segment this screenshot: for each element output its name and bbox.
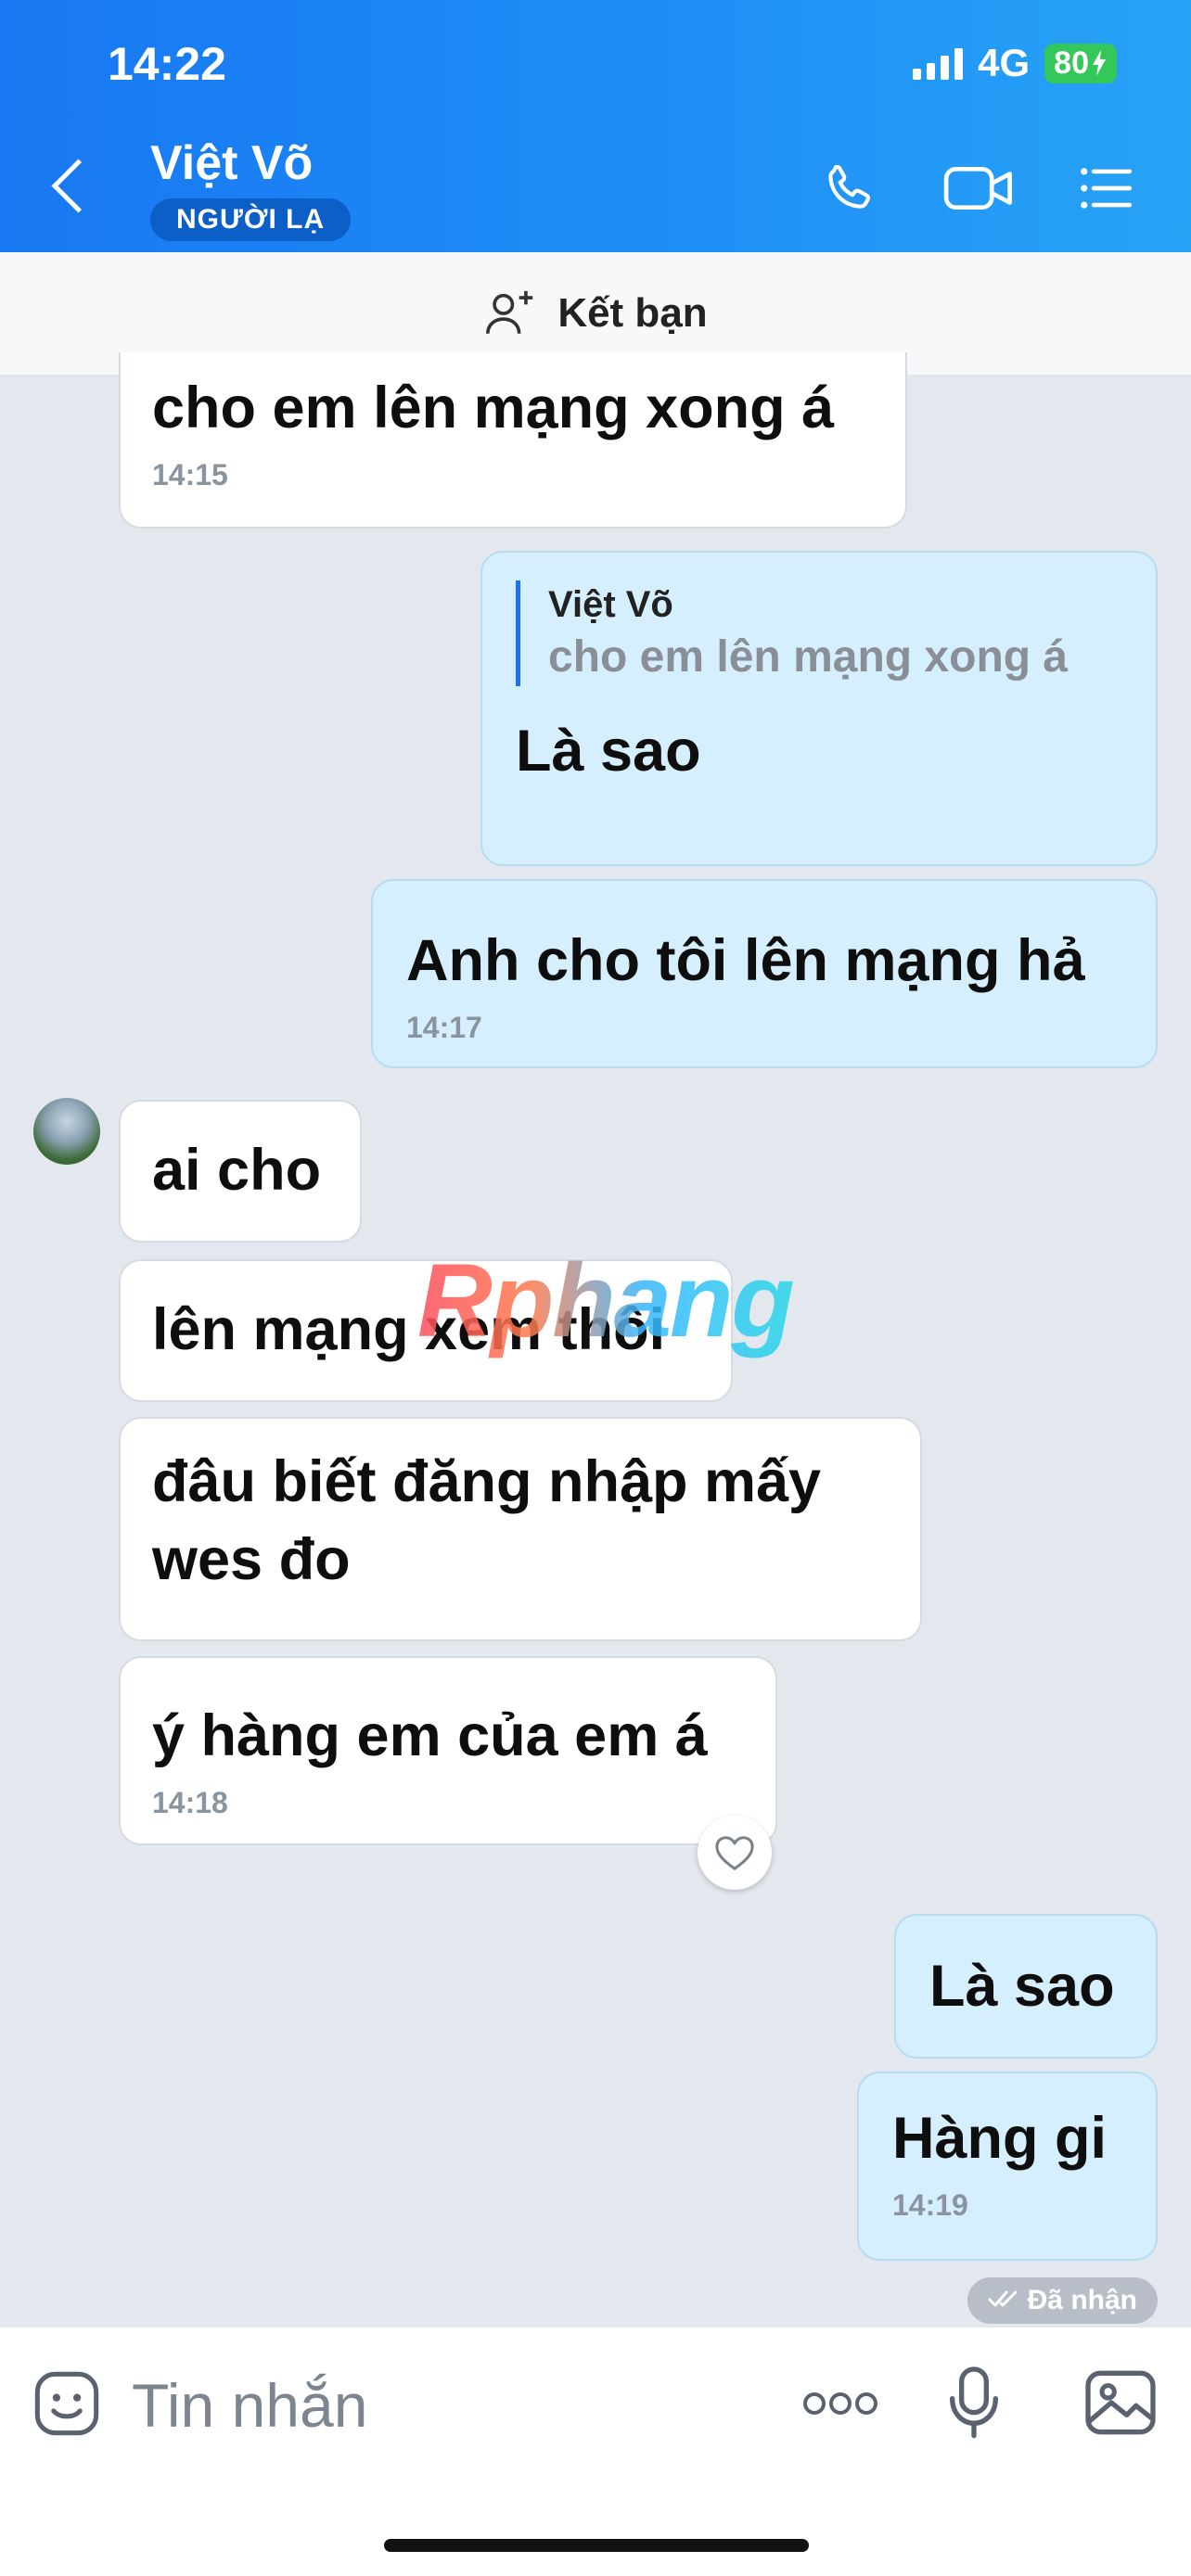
sticker-emoji-icon[interactable]	[32, 2368, 102, 2439]
add-friend-label: Kết bạn	[557, 290, 708, 336]
quoted-text: cho em lên mạng xong á	[548, 632, 1069, 682]
contact-name[interactable]: Việt Võ	[150, 135, 313, 191]
message-bubble-outgoing[interactable]: Là sao	[894, 1914, 1158, 2059]
add-friend-icon	[486, 290, 533, 334]
video-call-icon[interactable]	[942, 159, 1015, 217]
message-time: 14:15	[152, 458, 228, 491]
network-type: 4G	[978, 41, 1031, 84]
message-bubble-incoming[interactable]: đâu biết đăng nhập mấy wes đo	[119, 1417, 922, 1641]
message-time: 14:19	[892, 2188, 968, 2222]
menu-list-icon[interactable]	[1076, 159, 1135, 217]
heart-icon	[715, 1836, 754, 1871]
message-text: ai cho	[152, 1138, 322, 1203]
quoted-sender: Việt Võ	[548, 584, 673, 625]
react-heart-button[interactable]	[698, 1816, 772, 1890]
battery-indicator: 80	[1044, 43, 1117, 83]
message-text: Anh cho tôi lên mạng hả	[406, 928, 1085, 993]
more-options-icon[interactable]	[801, 2387, 879, 2420]
microphone-icon[interactable]	[946, 2365, 1002, 2439]
watermark-logo: Rphang	[417, 1243, 795, 1358]
message-time: 14:17	[406, 1011, 482, 1044]
back-icon[interactable]	[51, 159, 106, 213]
message-text: cho em lên mạng xong á	[152, 376, 835, 440]
message-bubble-incoming[interactable]: ý hàng em của em á 14:18	[119, 1656, 777, 1845]
chat-header: 14:22 4G 80 Việt Võ NGƯỜI LẠ	[0, 0, 1191, 252]
message-time: 14:18	[152, 1786, 228, 1819]
stranger-badge: NGƯỜI LẠ	[150, 198, 352, 241]
message-bubble-outgoing-reply[interactable]: Việt Võ cho em lên mạng xong á Là sao	[480, 551, 1158, 866]
message-input[interactable]: Tin nhắn	[132, 2370, 367, 2441]
status-indicators: 4G 80	[913, 41, 1117, 85]
home-indicator[interactable]	[384, 2539, 809, 2552]
message-bubble-outgoing[interactable]: Hàng gi 14:19	[857, 2072, 1158, 2261]
charging-icon	[1093, 50, 1106, 76]
message-text: đâu biết đăng nhập mấy wes đo	[152, 1449, 822, 1592]
quoted-message[interactable]: Việt Võ cho em lên mạng xong á	[516, 580, 1122, 686]
status-time: 14:22	[108, 38, 226, 90]
delivery-status: Đã nhận	[967, 2277, 1158, 2324]
signal-icon	[913, 46, 964, 80]
message-bubble-outgoing[interactable]: Anh cho tôi lên mạng hả 14:17	[371, 879, 1158, 1068]
battery-level: 80	[1054, 45, 1089, 81]
message-bubble-incoming[interactable]: cho em lên mạng xong á 14:15	[119, 352, 907, 529]
message-text: Hàng gi	[892, 2106, 1107, 2171]
message-bubble-incoming[interactable]: ai cho	[119, 1100, 362, 1243]
image-gallery-icon[interactable]	[1083, 2368, 1158, 2437]
phone-call-icon[interactable]	[820, 159, 877, 217]
message-text: Là sao	[516, 719, 701, 784]
delivery-status-label: Đã nhận	[1027, 2285, 1137, 2315]
double-check-icon	[988, 2290, 1018, 2307]
message-text: Là sao	[929, 1954, 1115, 2019]
contact-avatar[interactable]	[33, 1098, 100, 1165]
message-text: ý hàng em của em á	[152, 1703, 708, 1768]
